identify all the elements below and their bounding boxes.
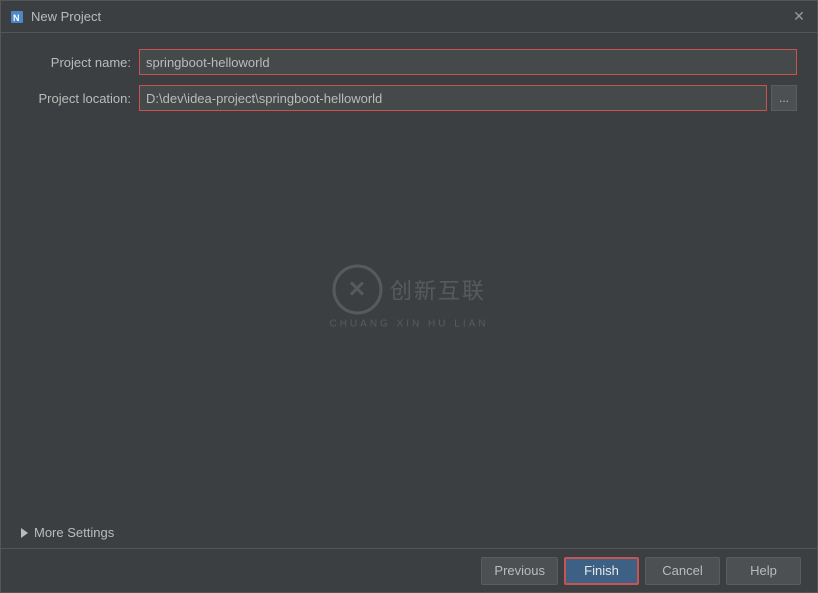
finish-button[interactable]: Finish xyxy=(564,557,639,585)
project-name-row: Project name: xyxy=(21,49,797,75)
close-button[interactable]: ✕ xyxy=(789,7,809,27)
footer: Previous Finish Cancel Help xyxy=(1,548,817,592)
titlebar: N New Project ✕ xyxy=(1,1,817,33)
project-location-row: Project location: ... xyxy=(21,85,797,111)
location-input-wrap: ... xyxy=(139,85,797,111)
titlebar-left: N New Project xyxy=(9,9,101,25)
project-location-input[interactable] xyxy=(139,85,767,111)
help-button[interactable]: Help xyxy=(726,557,801,585)
more-settings-label: More Settings xyxy=(34,525,114,540)
form-content: Project name: Project location: ... ✕ 创新… xyxy=(1,33,817,517)
spacer xyxy=(21,121,797,501)
project-name-label: Project name: xyxy=(21,55,131,70)
previous-button[interactable]: Previous xyxy=(481,557,558,585)
svg-text:N: N xyxy=(13,13,20,23)
project-name-input[interactable] xyxy=(139,49,797,75)
more-settings-toggle[interactable]: More Settings xyxy=(21,525,797,540)
app-icon: N xyxy=(9,9,25,25)
project-location-label: Project location: xyxy=(21,91,131,106)
new-project-dialog: N New Project ✕ Project name: Project lo… xyxy=(0,0,818,593)
expand-icon xyxy=(21,528,28,538)
browse-button[interactable]: ... xyxy=(771,85,797,111)
dialog-title: New Project xyxy=(31,9,101,24)
cancel-button[interactable]: Cancel xyxy=(645,557,720,585)
more-settings-section: More Settings xyxy=(1,517,817,548)
